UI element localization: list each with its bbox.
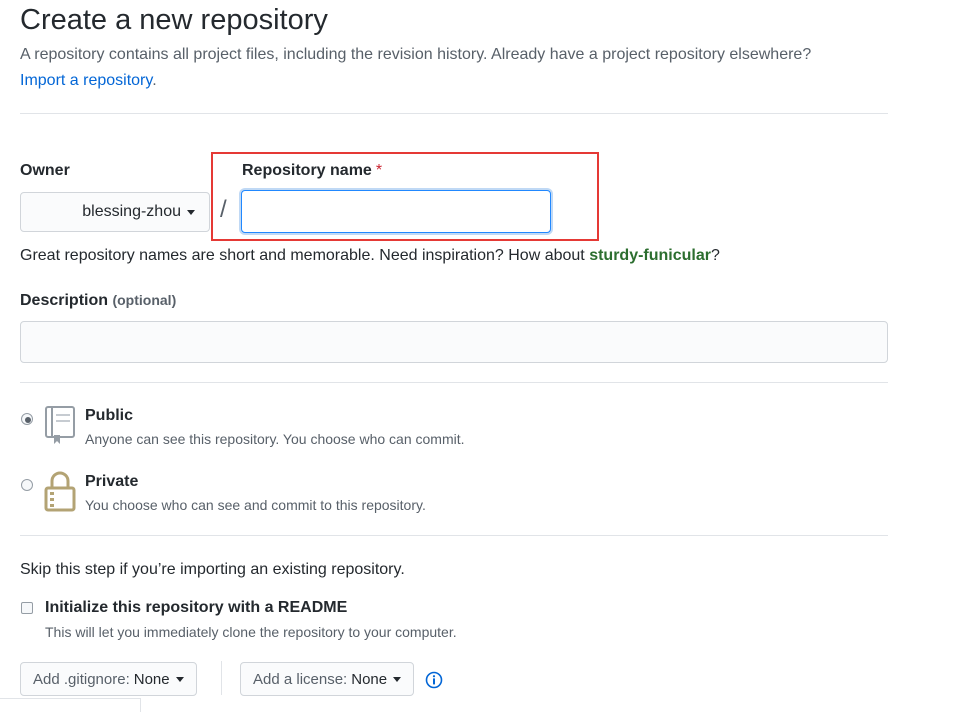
hint-text: Great repository names are short and mem… — [20, 247, 590, 264]
divider — [20, 113, 888, 114]
repository-name-input[interactable] — [241, 190, 551, 233]
divider — [20, 382, 888, 383]
owner-dropdown[interactable]: blessing-zhou — [20, 192, 210, 232]
vertical-separator — [221, 661, 222, 695]
readme-note: This will let you immediately clone the … — [45, 624, 457, 640]
public-note: Anyone can see this repository. You choo… — [85, 431, 465, 447]
divider — [20, 535, 888, 536]
optional-tag: (optional) — [112, 292, 177, 308]
private-note: You choose who can see and commit to thi… — [85, 497, 426, 513]
public-radio[interactable] — [21, 413, 33, 425]
owner-value: blessing-zhou — [82, 203, 181, 220]
lock-icon — [44, 471, 76, 512]
readme-checkbox[interactable] — [21, 602, 33, 614]
private-radio[interactable] — [21, 479, 33, 491]
page-title: Create a new repository — [20, 4, 328, 36]
bottom-panel-edge — [0, 698, 141, 712]
readme-label[interactable]: Initialize this repository with a README — [45, 599, 347, 617]
gitignore-dropdown[interactable]: Add .gitignore: None — [20, 662, 197, 696]
license-dropdown[interactable]: Add a license: None — [240, 662, 415, 696]
subtitle-text: A repository contains all project files,… — [20, 46, 812, 63]
description-label: Description (optional) — [20, 292, 176, 310]
caret-down-icon — [175, 676, 184, 682]
description-label-text: Description — [20, 292, 109, 309]
private-title: Private — [85, 473, 139, 490]
repo-name-hint: Great repository names are short and mem… — [20, 247, 720, 265]
public-title: Public — [85, 407, 134, 424]
caret-down-icon — [393, 676, 402, 682]
name-suggestion-link[interactable]: sturdy-funicular — [589, 247, 711, 264]
gitignore-value: None — [133, 670, 170, 688]
hint-suffix: ? — [710, 247, 720, 264]
repo-icon — [45, 406, 75, 444]
page-subtitle: A repository contains all project files,… — [20, 42, 900, 94]
gitignore-label: Add .gitignore: — [33, 670, 130, 688]
description-input[interactable] — [20, 321, 888, 363]
import-link-suffix: . — [152, 72, 157, 89]
caret-down-icon — [187, 209, 195, 215]
license-label: Add a license: — [253, 670, 348, 688]
import-repository-link[interactable]: Import a repository — [20, 72, 152, 89]
owner-label: Owner — [20, 162, 70, 179]
skip-step-text: Skip this step if you’re importing an ex… — [20, 561, 405, 578]
license-value: None — [351, 670, 388, 688]
info-icon[interactable] — [425, 671, 443, 689]
